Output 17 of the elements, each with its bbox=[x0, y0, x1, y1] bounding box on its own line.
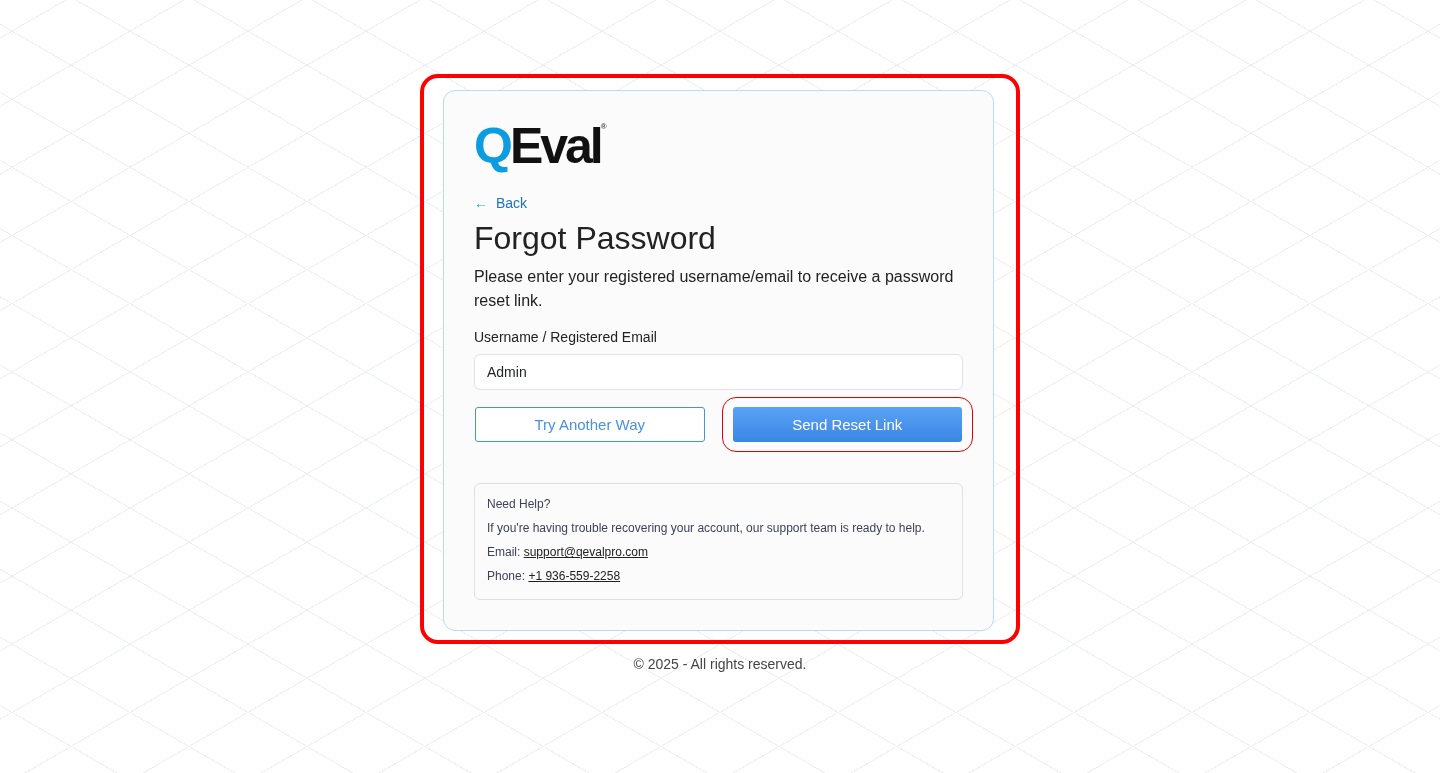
help-text: If you're having trouble recovering your account, our support team is ready to help. bbox=[487, 520, 926, 538]
field-label: Username / Registered Email bbox=[474, 328, 658, 348]
alternate-button[interactable]: Try Another Way bbox=[475, 407, 705, 443]
email-label: Email: bbox=[487, 545, 522, 560]
copyright-text: © 2025 - All rights reserved. bbox=[632, 655, 808, 675]
back-link[interactable]: ← Back bbox=[474, 193, 528, 214]
phone-link[interactable]: +1 936-559-2258 bbox=[528, 569, 621, 584]
back-arrow-icon: ← bbox=[474, 193, 488, 214]
send-button[interactable]: Send Reset Link bbox=[732, 407, 962, 443]
back-label[interactable]: Back bbox=[496, 193, 528, 214]
logo: QEval® bbox=[474, 121, 608, 171]
email-link[interactable]: support@qevalpro.com bbox=[523, 545, 648, 560]
page-title: Forgot Password bbox=[474, 219, 717, 258]
username-field[interactable]: Admin bbox=[474, 354, 963, 391]
description: Please enter your registered username/email to receive a password reset link. bbox=[474, 267, 955, 312]
help-title: Need Help? bbox=[487, 496, 552, 514]
phone-label: Phone: bbox=[487, 569, 527, 584]
